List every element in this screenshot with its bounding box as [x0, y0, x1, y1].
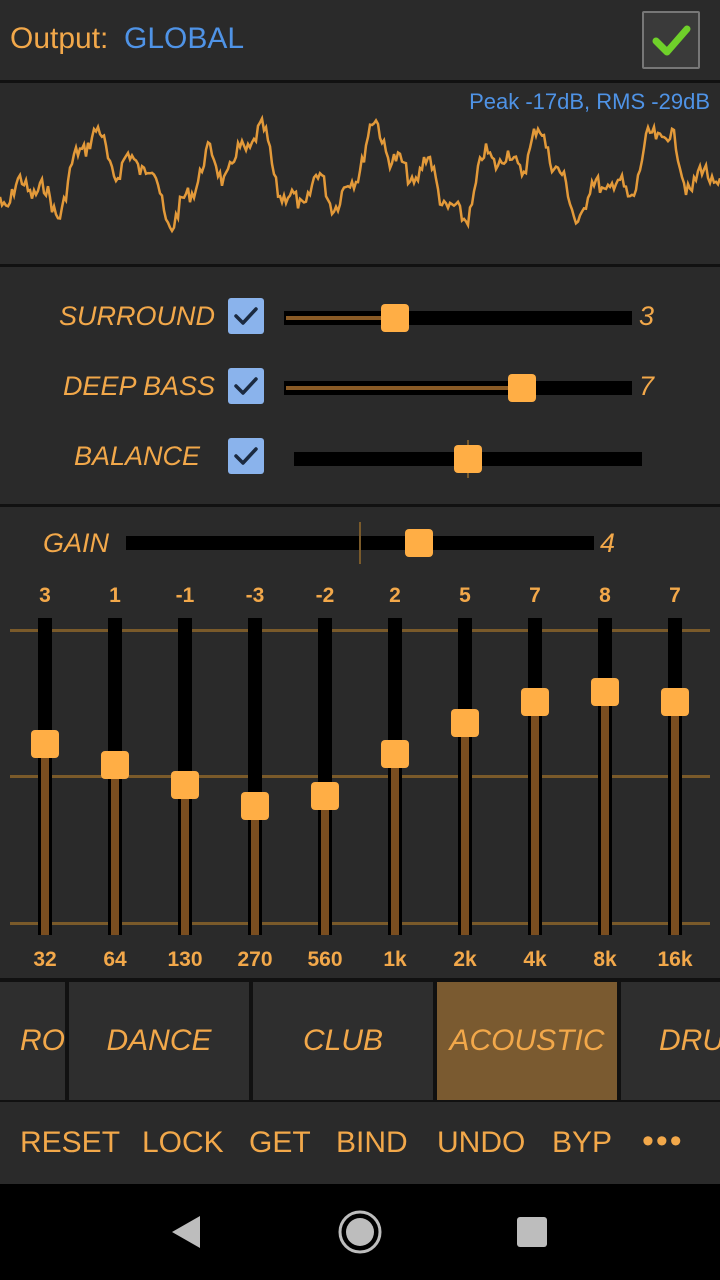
eq-band-fill — [461, 723, 469, 935]
eq-band-fill — [391, 754, 399, 935]
deep-bass-slider-fill — [286, 386, 520, 390]
eq-band-value: -3 — [245, 584, 265, 607]
eq-band-frequency: 560 — [307, 948, 343, 971]
eq-band-thumb[interactable] — [31, 729, 59, 758]
peak-rms-readout: Peak -17dB, RMS -29dB — [469, 89, 710, 114]
output-label: Output: — [10, 22, 109, 55]
gain-slider-thumb[interactable] — [405, 529, 433, 557]
eq-band-thumb[interactable] — [521, 688, 549, 717]
eq-band-value: 7 — [669, 584, 681, 607]
surround-slider-thumb[interactable] — [381, 304, 409, 332]
back-icon[interactable] — [168, 1214, 204, 1250]
divider — [0, 264, 720, 267]
eq-band-value: 1 — [109, 584, 121, 607]
check-icon — [234, 377, 258, 395]
eq-band-frequency: 1k — [383, 948, 407, 971]
divider — [0, 80, 720, 83]
more-options-button[interactable]: ••• — [642, 1122, 684, 1161]
eq-band-thumb[interactable] — [101, 750, 129, 779]
bind-button[interactable]: BIND — [336, 1126, 408, 1160]
balance-label: BALANCE — [73, 441, 200, 471]
preset-item[interactable]: CLUB — [253, 982, 433, 1100]
eq-band-thumb[interactable] — [171, 771, 199, 800]
surround-slider-fill — [286, 316, 394, 320]
eq-band-frequency: 2k — [453, 948, 477, 971]
eq-band-value: 5 — [459, 584, 471, 607]
preset-item[interactable]: DRU — [621, 982, 720, 1100]
eq-band-value: 3 — [39, 584, 51, 607]
confirm-button[interactable] — [642, 11, 700, 69]
divider — [0, 504, 720, 507]
output-selector[interactable]: GLOBAL — [124, 22, 244, 56]
gain-label: GAIN — [42, 528, 109, 558]
get-button[interactable]: GET — [249, 1126, 311, 1160]
gain-value: 4 — [600, 528, 616, 558]
balance-checkbox[interactable] — [228, 438, 264, 474]
lock-button[interactable]: LOCK — [142, 1126, 224, 1160]
eq-band-value: -2 — [315, 584, 335, 607]
check-icon — [234, 447, 258, 465]
eq-band-value: 8 — [599, 584, 611, 607]
eq-band-frequency: 16k — [657, 948, 693, 971]
eq-band-frequency: 64 — [103, 948, 127, 971]
system-nav-bar — [0, 1184, 720, 1280]
eq-band-frequency: 270 — [237, 948, 273, 971]
checkmark-icon — [652, 25, 691, 56]
eq-band-value: -1 — [175, 584, 195, 607]
eq-band-frequency: 130 — [167, 948, 203, 971]
eq-band-thumb[interactable] — [241, 792, 269, 821]
eq-band-fill — [41, 743, 49, 935]
eq-band-fill — [181, 785, 189, 935]
eq-band-thumb[interactable] — [381, 740, 409, 769]
eq-band-thumb[interactable] — [451, 709, 479, 738]
preset-item-selected[interactable]: ACOUSTIC — [437, 982, 617, 1100]
check-icon — [234, 307, 258, 325]
eq-band-frequency: 8k — [593, 948, 617, 971]
eq-band-thumb[interactable] — [661, 688, 689, 717]
eq-band-fill — [111, 764, 119, 935]
eq-band-thumb[interactable] — [311, 781, 339, 810]
gain-center-tick — [359, 522, 361, 564]
undo-button[interactable]: UNDO — [437, 1126, 525, 1160]
deep-bass-value: 7 — [639, 371, 655, 401]
surround-label: SURROUND — [58, 301, 215, 331]
deep-bass-label: DEEP BASS — [62, 371, 215, 401]
eq-band-fill — [531, 702, 539, 935]
eq-band-frequency: 4k — [523, 948, 547, 971]
balance-slider-thumb[interactable] — [454, 445, 482, 473]
eq-band-fill — [671, 702, 679, 935]
bypass-button[interactable]: BYP — [552, 1126, 612, 1160]
eq-band-value: 2 — [389, 584, 401, 607]
eq-band-frequency: 32 — [33, 948, 57, 971]
reset-button[interactable]: RESET — [20, 1126, 120, 1160]
surround-value: 3 — [639, 301, 655, 331]
deep-bass-checkbox[interactable] — [228, 368, 264, 404]
surround-checkbox[interactable] — [228, 298, 264, 334]
preset-item[interactable]: DANCE — [69, 982, 249, 1100]
recents-icon[interactable] — [516, 1216, 548, 1248]
preset-strip: RO DANCE CLUB ACOUSTIC DRU — [0, 978, 720, 1102]
eq-band-fill — [321, 795, 329, 935]
eq-band-fill — [251, 806, 259, 935]
home-icon[interactable] — [337, 1209, 383, 1255]
eq-band-value: 7 — [529, 584, 541, 607]
eq-band-fill — [601, 691, 609, 935]
deep-bass-slider-thumb[interactable] — [508, 374, 536, 402]
preset-item[interactable]: RO — [0, 982, 65, 1100]
eq-band-thumb[interactable] — [591, 677, 619, 706]
